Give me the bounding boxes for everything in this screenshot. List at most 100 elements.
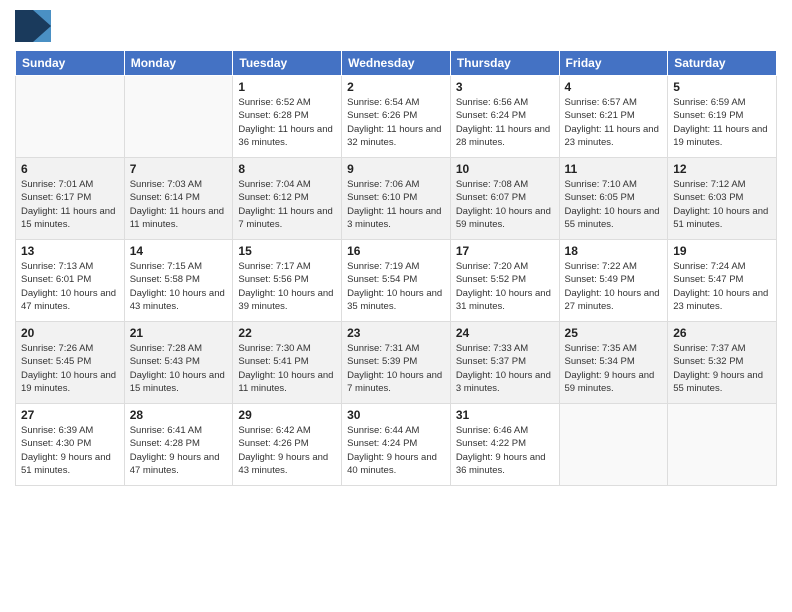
day-cell: 13 Sunrise: 7:13 AM Sunset: 6:01 PM Dayli… bbox=[16, 240, 125, 322]
day-number: 25 bbox=[565, 326, 663, 340]
day-cell: 14 Sunrise: 7:15 AM Sunset: 5:58 PM Dayli… bbox=[124, 240, 233, 322]
day-info: Sunrise: 7:26 AM Sunset: 5:45 PM Dayligh… bbox=[21, 342, 119, 395]
day-cell bbox=[16, 76, 125, 158]
day-cell: 18 Sunrise: 7:22 AM Sunset: 5:49 PM Dayli… bbox=[559, 240, 668, 322]
day-cell: 25 Sunrise: 7:35 AM Sunset: 5:34 PM Dayli… bbox=[559, 322, 668, 404]
day-cell: 4 Sunrise: 6:57 AM Sunset: 6:21 PM Daylig… bbox=[559, 76, 668, 158]
day-cell bbox=[668, 404, 777, 486]
day-info: Sunrise: 7:20 AM Sunset: 5:52 PM Dayligh… bbox=[456, 260, 554, 313]
day-info: Sunrise: 6:52 AM Sunset: 6:28 PM Dayligh… bbox=[238, 96, 336, 149]
logo-icon bbox=[15, 10, 51, 42]
day-cell: 1 Sunrise: 6:52 AM Sunset: 6:28 PM Daylig… bbox=[233, 76, 342, 158]
day-info: Sunrise: 7:33 AM Sunset: 5:37 PM Dayligh… bbox=[456, 342, 554, 395]
day-info: Sunrise: 7:01 AM Sunset: 6:17 PM Dayligh… bbox=[21, 178, 119, 231]
day-cell bbox=[124, 76, 233, 158]
day-cell: 24 Sunrise: 7:33 AM Sunset: 5:37 PM Dayli… bbox=[450, 322, 559, 404]
day-number: 18 bbox=[565, 244, 663, 258]
day-number: 8 bbox=[238, 162, 336, 176]
day-number: 20 bbox=[21, 326, 119, 340]
day-number: 4 bbox=[565, 80, 663, 94]
day-info: Sunrise: 6:46 AM Sunset: 4:22 PM Dayligh… bbox=[456, 424, 554, 477]
day-info: Sunrise: 7:04 AM Sunset: 6:12 PM Dayligh… bbox=[238, 178, 336, 231]
day-number: 23 bbox=[347, 326, 445, 340]
day-info: Sunrise: 7:08 AM Sunset: 6:07 PM Dayligh… bbox=[456, 178, 554, 231]
col-header-sunday: Sunday bbox=[16, 51, 125, 76]
day-cell: 9 Sunrise: 7:06 AM Sunset: 6:10 PM Daylig… bbox=[342, 158, 451, 240]
day-cell: 8 Sunrise: 7:04 AM Sunset: 6:12 PM Daylig… bbox=[233, 158, 342, 240]
day-cell: 27Sunrise: 6:39 AM Sunset: 4:30 PM Dayli… bbox=[16, 404, 125, 486]
day-number: 11 bbox=[565, 162, 663, 176]
week-row-1: 1 Sunrise: 6:52 AM Sunset: 6:28 PM Daylig… bbox=[16, 76, 777, 158]
day-number: 28 bbox=[130, 408, 228, 422]
day-info: Sunrise: 7:37 AM Sunset: 5:32 PM Dayligh… bbox=[673, 342, 771, 395]
day-number: 7 bbox=[130, 162, 228, 176]
logo bbox=[15, 10, 57, 42]
day-info: Sunrise: 7:35 AM Sunset: 5:34 PM Dayligh… bbox=[565, 342, 663, 395]
col-header-saturday: Saturday bbox=[668, 51, 777, 76]
day-cell: 5 Sunrise: 6:59 AM Sunset: 6:19 PM Daylig… bbox=[668, 76, 777, 158]
day-cell: 28 Sunrise: 6:41 AM Sunset: 4:28 PM Dayli… bbox=[124, 404, 233, 486]
day-cell: 2 Sunrise: 6:54 AM Sunset: 6:26 PM Daylig… bbox=[342, 76, 451, 158]
col-header-tuesday: Tuesday bbox=[233, 51, 342, 76]
day-number: 22 bbox=[238, 326, 336, 340]
day-number: 5 bbox=[673, 80, 771, 94]
col-header-monday: Monday bbox=[124, 51, 233, 76]
day-info: Sunrise: 7:13 AM Sunset: 6:01 PM Dayligh… bbox=[21, 260, 119, 313]
day-number: 13 bbox=[21, 244, 119, 258]
day-info: Sunrise: 7:31 AM Sunset: 5:39 PM Dayligh… bbox=[347, 342, 445, 395]
day-number: 14 bbox=[130, 244, 228, 258]
day-info: Sunrise: 6:42 AM Sunset: 4:26 PM Dayligh… bbox=[238, 424, 336, 477]
calendar-table: SundayMondayTuesdayWednesdayThursdayFrid… bbox=[15, 50, 777, 486]
day-number: 9 bbox=[347, 162, 445, 176]
col-header-thursday: Thursday bbox=[450, 51, 559, 76]
header-row: SundayMondayTuesdayWednesdayThursdayFrid… bbox=[16, 51, 777, 76]
day-cell: 10 Sunrise: 7:08 AM Sunset: 6:07 PM Dayli… bbox=[450, 158, 559, 240]
day-cell: 30Sunrise: 6:44 AM Sunset: 4:24 PM Dayli… bbox=[342, 404, 451, 486]
day-number: 1 bbox=[238, 80, 336, 94]
day-info: Sunrise: 7:30 AM Sunset: 5:41 PM Dayligh… bbox=[238, 342, 336, 395]
day-number: 15 bbox=[238, 244, 336, 258]
day-number: 29 bbox=[238, 408, 336, 422]
day-info: Sunrise: 7:17 AM Sunset: 5:56 PM Dayligh… bbox=[238, 260, 336, 313]
week-row-2: 6 Sunrise: 7:01 AM Sunset: 6:17 PM Daylig… bbox=[16, 158, 777, 240]
col-header-wednesday: Wednesday bbox=[342, 51, 451, 76]
header bbox=[15, 10, 777, 42]
day-info: Sunrise: 7:19 AM Sunset: 5:54 PM Dayligh… bbox=[347, 260, 445, 313]
day-info: Sunrise: 6:57 AM Sunset: 6:21 PM Dayligh… bbox=[565, 96, 663, 149]
day-cell: 21 Sunrise: 7:28 AM Sunset: 5:43 PM Dayli… bbox=[124, 322, 233, 404]
day-info: Sunrise: 7:03 AM Sunset: 6:14 PM Dayligh… bbox=[130, 178, 228, 231]
day-info: Sunrise: 7:24 AM Sunset: 5:47 PM Dayligh… bbox=[673, 260, 771, 313]
day-cell: 6 Sunrise: 7:01 AM Sunset: 6:17 PM Daylig… bbox=[16, 158, 125, 240]
day-number: 27 bbox=[21, 408, 119, 422]
day-info: Sunrise: 6:41 AM Sunset: 4:28 PM Dayligh… bbox=[130, 424, 228, 477]
day-cell: 3Sunrise: 6:56 AM Sunset: 6:24 PM Daylig… bbox=[450, 76, 559, 158]
day-number: 17 bbox=[456, 244, 554, 258]
day-cell: 20 Sunrise: 7:26 AM Sunset: 5:45 PM Dayli… bbox=[16, 322, 125, 404]
day-info: Sunrise: 7:28 AM Sunset: 5:43 PM Dayligh… bbox=[130, 342, 228, 395]
day-info: Sunrise: 6:54 AM Sunset: 6:26 PM Dayligh… bbox=[347, 96, 445, 149]
day-info: Sunrise: 7:22 AM Sunset: 5:49 PM Dayligh… bbox=[565, 260, 663, 313]
day-cell: 7 Sunrise: 7:03 AM Sunset: 6:14 PM Daylig… bbox=[124, 158, 233, 240]
week-row-4: 20 Sunrise: 7:26 AM Sunset: 5:45 PM Dayli… bbox=[16, 322, 777, 404]
day-info: Sunrise: 6:56 AM Sunset: 6:24 PM Dayligh… bbox=[456, 96, 554, 149]
day-number: 6 bbox=[21, 162, 119, 176]
day-number: 21 bbox=[130, 326, 228, 340]
day-cell: 31Sunrise: 6:46 AM Sunset: 4:22 PM Dayli… bbox=[450, 404, 559, 486]
day-info: Sunrise: 7:10 AM Sunset: 6:05 PM Dayligh… bbox=[565, 178, 663, 231]
day-info: Sunrise: 7:15 AM Sunset: 5:58 PM Dayligh… bbox=[130, 260, 228, 313]
week-row-3: 13 Sunrise: 7:13 AM Sunset: 6:01 PM Dayli… bbox=[16, 240, 777, 322]
day-number: 10 bbox=[456, 162, 554, 176]
day-info: Sunrise: 7:12 AM Sunset: 6:03 PM Dayligh… bbox=[673, 178, 771, 231]
day-number: 30 bbox=[347, 408, 445, 422]
day-info: Sunrise: 7:06 AM Sunset: 6:10 PM Dayligh… bbox=[347, 178, 445, 231]
day-number: 12 bbox=[673, 162, 771, 176]
week-row-5: 27Sunrise: 6:39 AM Sunset: 4:30 PM Dayli… bbox=[16, 404, 777, 486]
page: SundayMondayTuesdayWednesdayThursdayFrid… bbox=[0, 0, 792, 612]
day-number: 2 bbox=[347, 80, 445, 94]
day-info: Sunrise: 6:59 AM Sunset: 6:19 PM Dayligh… bbox=[673, 96, 771, 149]
day-number: 24 bbox=[456, 326, 554, 340]
col-header-friday: Friday bbox=[559, 51, 668, 76]
day-cell: 16Sunrise: 7:19 AM Sunset: 5:54 PM Dayli… bbox=[342, 240, 451, 322]
day-cell: 29 Sunrise: 6:42 AM Sunset: 4:26 PM Dayli… bbox=[233, 404, 342, 486]
day-number: 26 bbox=[673, 326, 771, 340]
